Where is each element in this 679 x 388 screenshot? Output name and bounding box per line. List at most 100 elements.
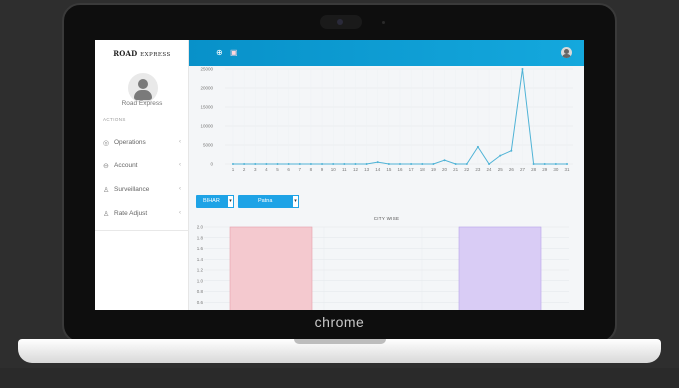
x-tick-label: 6 — [287, 167, 290, 172]
x-tick-label: 2 — [243, 167, 246, 172]
y-axis: 0.40.60.81.01.21.41.61.82.0 — [197, 225, 204, 305]
x-tick-label: 12 — [353, 167, 359, 172]
data-point — [532, 163, 535, 165]
x-tick-label: 1 — [232, 167, 235, 172]
section-label: ACTIONS — [103, 117, 126, 122]
sidebar-item-account[interactable]: ⊖ Account ‹ — [95, 154, 189, 176]
screen: ROAD EXPRESS Road Express ACTIONS ◎ Oper… — [95, 40, 584, 310]
city-select[interactable]: Patna ▾ — [238, 195, 299, 208]
logo-sub: EXPRESS — [140, 52, 171, 58]
data-point — [287, 163, 290, 165]
data-point — [432, 163, 435, 165]
data-point — [421, 163, 424, 165]
data-point — [232, 163, 234, 165]
y-tick-label: 5000 — [203, 143, 214, 148]
y-tick-label: 1.0 — [197, 278, 204, 283]
avatar-head — [138, 79, 148, 89]
x-tick-label: 20 — [442, 167, 448, 172]
data-point — [354, 163, 357, 165]
x-tick-label: 7 — [299, 167, 302, 172]
y-tick-label: 2.0 — [197, 225, 204, 230]
data-point — [476, 145, 479, 148]
state-select[interactable]: BIHAR ▾ — [196, 195, 234, 208]
x-tick-label: 5 — [276, 167, 279, 172]
app-logo[interactable]: ROAD EXPRESS — [95, 40, 189, 66]
city-select-value: Patna — [258, 198, 273, 204]
state-select-value: BIHAR — [203, 198, 220, 204]
logo-main: ROAD — [113, 49, 138, 58]
x-tick-label: 10 — [331, 167, 337, 172]
device-brand-label: chrome — [314, 314, 365, 330]
data-point — [399, 163, 401, 165]
x-tick-label: 26 — [509, 167, 515, 172]
data-point — [365, 163, 368, 165]
data-point — [499, 154, 502, 157]
y-tick-label: 1.2 — [197, 268, 204, 273]
y-tick-label: 10000 — [200, 124, 213, 129]
city-wise-bar-chart: 0.40.60.81.01.21.41.61.82.0 — [197, 225, 569, 310]
data-point — [465, 163, 468, 165]
chevron-left-icon: ‹ — [179, 210, 181, 216]
chevron-left-icon: ‹ — [179, 186, 181, 192]
data-point — [387, 163, 390, 165]
data-point — [566, 163, 568, 165]
x-tick-label: 22 — [464, 167, 470, 172]
x-tick-label: 30 — [553, 167, 559, 172]
y-tick-label: 20000 — [200, 86, 213, 91]
chevron-down-icon[interactable]: ▾ — [292, 195, 299, 208]
x-tick-label: 23 — [475, 167, 481, 172]
x-axis: 1 2 3 4 5 6 7 8 9 10 11 12 13 14 15 16 17 18 19 20 21 22 23 24 2… — [232, 167, 570, 172]
data-point — [488, 163, 491, 165]
y-tick-label: 25000 — [200, 67, 213, 72]
x-tick-label: 16 — [397, 167, 403, 172]
webcam-icon — [320, 15, 362, 29]
sidebar-item-rate-adjust[interactable]: ♙ Rate Adjust ‹ — [95, 202, 189, 224]
y-tick-label: 15000 — [200, 105, 213, 110]
data-point — [276, 163, 279, 165]
x-tick-label: 25 — [498, 167, 504, 172]
data-point — [265, 163, 268, 165]
x-tick-label: 8 — [310, 167, 313, 172]
x-tick-label: 9 — [321, 167, 324, 172]
x-tick-label: 4 — [265, 167, 268, 172]
sidebar-item-label: Surveillance — [114, 186, 150, 193]
data-point — [554, 163, 557, 165]
user-avatar-icon[interactable] — [561, 47, 572, 58]
x-tick-label: 14 — [375, 167, 381, 172]
data-point — [243, 163, 246, 165]
sidebar-item-operations[interactable]: ◎ Operations ‹ — [95, 131, 189, 153]
data-point — [321, 163, 324, 165]
camera-indicator — [382, 21, 385, 24]
data-point — [454, 163, 457, 165]
data-point — [298, 163, 301, 165]
x-tick-label: 31 — [564, 167, 570, 172]
sidebar-item-surveillance[interactable]: ♙ Surveillance ‹ — [95, 178, 189, 200]
data-point — [254, 163, 257, 165]
y-axis: 0 5000 10000 15000 20000 25000 — [200, 67, 213, 167]
x-tick-label: 19 — [431, 167, 437, 172]
chevron-left-icon: ‹ — [179, 162, 181, 168]
x-tick-label: 18 — [420, 167, 426, 172]
chevron-left-icon: ‹ — [179, 139, 181, 145]
chevron-down-icon[interactable]: ▾ — [227, 195, 234, 208]
data-point — [343, 163, 346, 165]
profile-name: Road Express — [121, 100, 163, 107]
sidebar: ROAD EXPRESS Road Express ACTIONS ◎ Oper… — [95, 40, 189, 310]
data-point — [521, 68, 524, 70]
x-tick-label: 27 — [520, 167, 526, 172]
data-point — [543, 163, 546, 165]
avatar — [128, 73, 158, 103]
y-tick-label: 1.8 — [197, 235, 204, 240]
calendar-icon[interactable]: ▣ — [230, 48, 238, 57]
user-circle-icon: ⊖ — [103, 163, 109, 170]
x-tick-label: 29 — [542, 167, 548, 172]
x-tick-label: 28 — [531, 167, 537, 172]
data-point — [410, 163, 413, 165]
data-point — [510, 149, 513, 152]
daily-line-chart: 0500010000150002000025000 1 2 3 4 5 6 7 8 9 10 11 1… — [200, 67, 573, 172]
settings-icon[interactable]: ⊕ — [216, 48, 223, 57]
y-tick-label: 0.8 — [197, 289, 204, 294]
bar — [229, 226, 313, 310]
bar — [458, 226, 542, 310]
bar-series — [229, 226, 542, 310]
